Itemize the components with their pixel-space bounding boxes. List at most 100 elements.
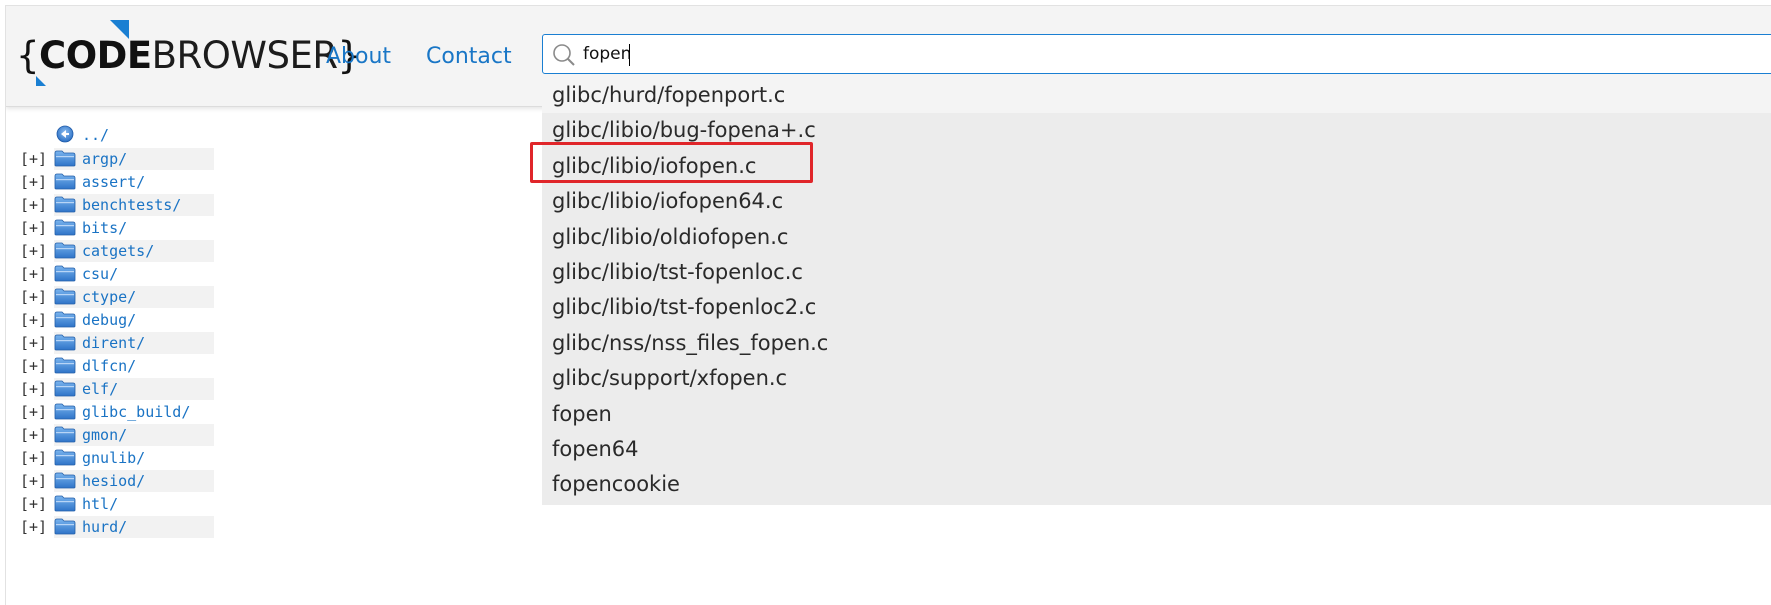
tree-row[interactable]: [+] assert/ <box>6 171 266 194</box>
expand-toggle[interactable]: [+] <box>20 495 47 513</box>
folder-icon <box>54 357 76 374</box>
folder-icon <box>54 380 76 397</box>
tree-row[interactable]: [+] gmon/ <box>6 424 266 447</box>
folder-link[interactable]: csu/ <box>82 265 118 283</box>
tree-row[interactable]: [+] hesiod/ <box>6 470 266 493</box>
tree-row[interactable]: [+] glibc_build/ <box>6 401 266 424</box>
logo-brace-open: { <box>16 34 40 77</box>
folder-icon <box>54 426 76 443</box>
expand-toggle[interactable]: [+] <box>20 311 47 329</box>
expand-toggle[interactable]: [+] <box>20 265 47 283</box>
suggestion-label: fopen64 <box>552 437 639 461</box>
folder-link[interactable]: benchtests/ <box>82 196 181 214</box>
tree-row[interactable]: [+] csu/ <box>6 263 266 286</box>
row-stripe <box>54 516 214 538</box>
folder-link[interactable]: debug/ <box>82 311 136 329</box>
folder-link[interactable]: hurd/ <box>82 518 127 536</box>
expand-toggle[interactable]: [+] <box>20 426 47 444</box>
expand-toggle[interactable]: [+] <box>20 472 47 490</box>
folder-link[interactable]: gmon/ <box>82 426 127 444</box>
expand-toggle[interactable]: [+] <box>20 518 47 536</box>
expand-toggle[interactable]: [+] <box>20 380 47 398</box>
suggestion-label: fopen <box>552 401 612 426</box>
suggestion-item[interactable]: glibc/libio/tst-fopenloc.c <box>542 255 1771 290</box>
expand-toggle[interactable]: [+] <box>20 242 47 260</box>
suggestion-label: fopencookie <box>552 472 680 497</box>
tree-row[interactable]: [+] argp/ <box>6 148 266 171</box>
text-caret <box>629 44 630 66</box>
expand-toggle[interactable]: [+] <box>20 357 47 375</box>
suggestion-item[interactable]: glibc/libio/tst-fopenloc2.c <box>542 290 1771 325</box>
suggestion-item[interactable]: fopen <box>542 397 1771 432</box>
folder-icon <box>54 403 76 420</box>
suggestion-label: glibc/libio/tst-fopenloc2.c <box>552 295 817 320</box>
expand-toggle[interactable]: [+] <box>20 449 47 467</box>
suggestion-item[interactable]: glibc/hurd/fopenport.c <box>542 78 1771 113</box>
suggestion-item[interactable]: glibc/libio/iofopen.c <box>542 149 1771 184</box>
suggestion-label: glibc/nss/nss_files_fopen.c <box>552 330 829 355</box>
suggestion-item[interactable]: glibc/libio/bug-fopena+.c <box>542 113 1771 148</box>
logo-browser: BROWSER <box>151 34 338 77</box>
suggestion-label: glibc/libio/tst-fopenloc.c <box>552 260 803 284</box>
expand-toggle[interactable]: [+] <box>20 150 47 168</box>
suggestion-label: glibc/libio/iofopen.c <box>552 153 757 178</box>
folder-link[interactable]: htl/ <box>82 495 118 513</box>
suggestion-label: glibc/libio/bug-fopena+.c <box>552 118 816 143</box>
folder-link[interactable]: ctype/ <box>82 288 136 306</box>
folder-icon <box>54 334 76 351</box>
logo-corner-accent-bottom <box>36 76 46 86</box>
row-stripe <box>54 424 214 446</box>
expand-toggle[interactable]: [+] <box>20 219 47 237</box>
tree-row[interactable]: [+] hurd/ <box>6 516 266 539</box>
folder-link[interactable]: assert/ <box>82 173 145 191</box>
row-stripe <box>54 148 214 170</box>
autocomplete-dropdown: glibc/hurd/fopenport.c glibc/libio/bug-fo… <box>542 78 1771 505</box>
tree-row[interactable]: [+] elf/ <box>6 378 266 401</box>
folder-icon <box>54 495 76 512</box>
suggestion-item[interactable]: glibc/libio/oldiofopen.c <box>542 220 1771 255</box>
suggestion-label: glibc/libio/iofopen64.c <box>552 189 784 214</box>
suggestion-item[interactable]: glibc/support/xfopen.c <box>542 361 1771 396</box>
nav-about-link[interactable]: About <box>326 44 391 69</box>
search-input[interactable] <box>583 39 1763 69</box>
tree-row[interactable]: [+] htl/ <box>6 493 266 516</box>
folder-link[interactable]: gnulib/ <box>82 449 145 467</box>
folder-icon <box>54 242 76 259</box>
folder-link[interactable]: catgets/ <box>82 242 154 260</box>
codebrowser-logo[interactable]: {CODEBROWSER} <box>16 20 361 86</box>
tree-row[interactable]: [+] ctype/ <box>6 286 266 309</box>
tree-row[interactable]: [+] bits/ <box>6 217 266 240</box>
expand-toggle[interactable]: [+] <box>20 196 47 214</box>
folder-icon <box>54 311 76 328</box>
suggestion-item[interactable]: glibc/libio/iofopen64.c <box>542 184 1771 219</box>
folder-icon <box>54 219 76 236</box>
folder-icon <box>54 472 76 489</box>
folder-link[interactable]: bits/ <box>82 219 127 237</box>
search-box[interactable] <box>542 34 1771 74</box>
tree-row-parent[interactable]: ../ <box>6 124 266 147</box>
tree-row[interactable]: [+] dlfcn/ <box>6 355 266 378</box>
folder-link[interactable]: argp/ <box>82 150 127 168</box>
tree-row[interactable]: [+] catgets/ <box>6 240 266 263</box>
folder-link[interactable]: glibc_build/ <box>82 403 190 421</box>
folder-icon <box>54 518 76 535</box>
expand-toggle[interactable]: [+] <box>20 288 47 306</box>
nav-contact-link[interactable]: Contact <box>426 44 512 69</box>
suggestion-item[interactable]: fopencookie <box>542 467 1771 502</box>
parent-directory-icon <box>56 125 74 143</box>
suggestion-item[interactable]: glibc/nss/nss_files_fopen.c <box>542 326 1771 361</box>
folder-link[interactable]: dlfcn/ <box>82 357 136 375</box>
folder-link[interactable]: hesiod/ <box>82 472 145 490</box>
tree-row[interactable]: [+] gnulib/ <box>6 447 266 470</box>
expand-toggle[interactable]: [+] <box>20 173 47 191</box>
tree-row[interactable]: [+] debug/ <box>6 309 266 332</box>
suggestion-label: glibc/hurd/fopenport.c <box>552 83 786 107</box>
folder-link[interactable]: elf/ <box>82 380 118 398</box>
tree-row[interactable]: [+] dirent/ <box>6 332 266 355</box>
suggestion-item[interactable]: fopen64 <box>542 432 1771 467</box>
folder-link[interactable]: dirent/ <box>82 334 145 352</box>
tree-row[interactable]: [+] benchtests/ <box>6 194 266 217</box>
expand-toggle[interactable]: [+] <box>20 334 47 352</box>
parent-directory-link[interactable]: ../ <box>82 126 109 144</box>
expand-toggle[interactable]: [+] <box>20 403 47 421</box>
